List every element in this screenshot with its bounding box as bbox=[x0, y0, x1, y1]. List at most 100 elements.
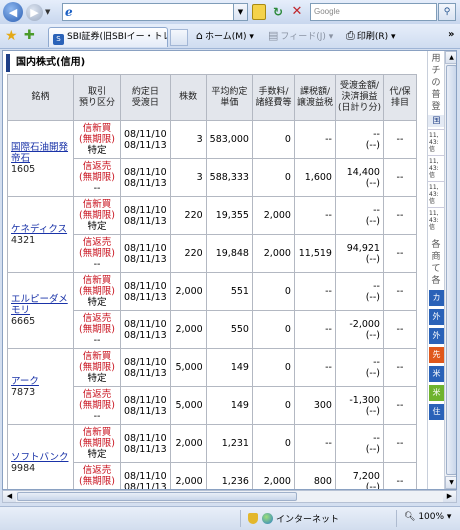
panel-banner-button[interactable]: 外 bbox=[429, 328, 444, 344]
print-button[interactable]: ⎙ 印刷(R) ▾ bbox=[346, 29, 395, 43]
settle-date: 08/11/13 bbox=[124, 253, 167, 265]
forward-button[interactable]: ▶ bbox=[26, 3, 43, 21]
settlement-amount: -- bbox=[373, 356, 380, 368]
trade-term: (無期限) bbox=[79, 400, 115, 411]
panel-banner-button[interactable]: カ bbox=[429, 290, 444, 306]
header-misc: 代/保 排目 bbox=[382, 74, 417, 121]
refresh-icon[interactable]: ↻ bbox=[270, 4, 286, 20]
address-bar[interactable]: e bbox=[62, 3, 234, 21]
home-button[interactable]: ⌂ ホーム(M) ▾ bbox=[196, 29, 254, 42]
quantity: 5,000 bbox=[169, 348, 207, 387]
header-fee: 手数料/ 諸経費等 bbox=[251, 74, 295, 121]
feeds-button[interactable]: ▤ フィード(J) ▾ bbox=[268, 29, 333, 42]
table-row: エルピーダメモリ 6665 信新買 (無期限) 特定 08/11/10 08/1… bbox=[7, 272, 417, 349]
trade-type: 信新買 bbox=[82, 123, 112, 134]
day-trade-pl: (--) bbox=[365, 443, 380, 455]
stock-name-link[interactable]: ソフトバンク bbox=[11, 452, 70, 463]
trade-term: (無期限) bbox=[79, 172, 115, 183]
settlement-pl-cell: 94,921 (--) bbox=[334, 234, 384, 273]
panel-banner-button[interactable]: 外 bbox=[429, 309, 444, 325]
settlement-pl-cell: 14,400 (--) bbox=[334, 158, 384, 197]
scroll-up-arrow[interactable]: ▲ bbox=[445, 51, 456, 64]
stock-name-link[interactable]: 国際石油開発帝石 bbox=[11, 142, 70, 164]
stock-name-link[interactable]: ケネディクス bbox=[11, 224, 70, 235]
fee: 0 bbox=[251, 158, 295, 197]
status-bar: インターネット 🔍︎ 100% ▾ bbox=[0, 506, 460, 530]
back-button[interactable]: ◀ bbox=[3, 2, 23, 22]
panel-banner-button[interactable]: 先 bbox=[429, 347, 444, 363]
right-side-panel: 用チの普登国 11, 43: 信 11, 43: 信 11, 43: 信 11, 43: 信各商て各カ外… bbox=[427, 51, 444, 489]
search-icon[interactable]: ⚲ bbox=[438, 3, 456, 21]
settlement-pl-cell: -1,300 (--) bbox=[334, 386, 384, 425]
scroll-right-arrow[interactable]: ▶ bbox=[443, 491, 456, 502]
day-trade-pl: (--) bbox=[365, 215, 380, 227]
trade-term: (無期限) bbox=[79, 362, 115, 373]
settlement-pl-cell: 7,200 (--) bbox=[334, 462, 384, 490]
panel-text: 用チの普登 bbox=[428, 51, 444, 113]
security-zone[interactable]: インターネット bbox=[262, 512, 339, 525]
quantity: 220 bbox=[169, 196, 207, 235]
new-tab-button[interactable] bbox=[170, 29, 188, 46]
dates-cell: 08/11/10 08/11/13 bbox=[120, 196, 171, 235]
settle-date: 08/11/13 bbox=[124, 481, 167, 490]
day-trade-pl: (--) bbox=[365, 177, 380, 189]
misc-flag: -- bbox=[382, 120, 417, 159]
tax: -- bbox=[293, 424, 336, 463]
lock-icon[interactable] bbox=[252, 4, 266, 20]
search-input[interactable]: Google bbox=[310, 3, 437, 21]
trade-type-cell: 信新買 (無期限) 特定 bbox=[73, 424, 121, 463]
day-trade-pl: (--) bbox=[365, 139, 380, 151]
vertical-scrollbar[interactable]: ▲ ▼ bbox=[444, 51, 456, 489]
panel-news-item[interactable]: 11, 43: 信 bbox=[428, 207, 444, 231]
horizontal-scroll-thumb[interactable] bbox=[17, 492, 297, 501]
panel-news-item[interactable]: 11, 43: 信 bbox=[428, 181, 444, 205]
table-row: 国際石油開発帝石 1605 信新買 (無期限) 特定 08/11/10 08/1… bbox=[7, 120, 417, 197]
settlement-amount: -2,000 bbox=[349, 318, 380, 330]
protected-mode-icon[interactable] bbox=[248, 513, 258, 524]
tax: 1,600 bbox=[293, 158, 336, 197]
scroll-thumb[interactable] bbox=[446, 65, 456, 475]
misc-flag: -- bbox=[382, 158, 417, 197]
scroll-left-arrow[interactable]: ◀ bbox=[3, 491, 16, 502]
stock-name-cell: アーク 7873 bbox=[7, 348, 74, 425]
settle-date: 08/11/13 bbox=[124, 215, 167, 227]
settlement-amount: -- bbox=[373, 432, 380, 444]
address-dropdown-button[interactable]: ▼ bbox=[234, 3, 248, 21]
scroll-down-arrow[interactable]: ▼ bbox=[445, 476, 456, 489]
stock-name-link[interactable]: エルピーダメモリ bbox=[11, 294, 70, 316]
stop-icon[interactable]: ✕ bbox=[289, 4, 305, 20]
trade-term: (無期限) bbox=[79, 324, 115, 335]
panel-banner-button[interactable]: 米 bbox=[429, 385, 444, 401]
tab-sbi[interactable]: SSBI証券(旧SBIイー・トレー... bbox=[48, 27, 168, 47]
trade-term: (無期限) bbox=[79, 134, 115, 145]
panel-news-item[interactable]: 11, 43: 信 bbox=[428, 129, 444, 153]
horizontal-scrollbar[interactable]: ◀ ▶ bbox=[2, 490, 457, 503]
dates-cell: 08/11/10 08/11/13 bbox=[120, 424, 171, 463]
more-commands-chevron[interactable]: » bbox=[448, 29, 454, 40]
panel-banner-button[interactable]: 米 bbox=[429, 366, 444, 382]
page-content: 国内株式(信用) 銘柄 取引 預り区分 約定日 受渡日 株数 平均約定 単価 手… bbox=[2, 50, 457, 490]
table-row: ソフトバンク 9984 信新買 (無期限) 特定 08/11/10 08/11/… bbox=[7, 424, 417, 489]
header-pl: 受渡金額/ 決済損益 (日計り分) bbox=[334, 74, 384, 121]
favorites-star-icon[interactable]: ★ bbox=[5, 28, 18, 44]
stock-name-link[interactable]: アーク bbox=[11, 376, 70, 387]
trade-type-cell: 信新買 (無期限) 特定 bbox=[73, 272, 121, 311]
dates-cell: 08/11/10 08/11/13 bbox=[120, 272, 171, 311]
fee: 0 bbox=[251, 424, 295, 463]
day-trade-pl: (--) bbox=[365, 481, 380, 490]
panel-news-item[interactable]: 11, 43: 信 bbox=[428, 155, 444, 179]
dates-cell: 08/11/10 08/11/13 bbox=[120, 310, 171, 349]
zoom-level[interactable]: 🔍︎ 100% ▾ bbox=[404, 512, 451, 522]
dates-cell: 08/11/10 08/11/13 bbox=[120, 386, 171, 425]
account-type: -- bbox=[93, 411, 101, 422]
day-trade-pl: (--) bbox=[365, 367, 380, 379]
settlement-amount: 94,921 bbox=[346, 242, 380, 254]
history-dropdown[interactable]: ▼ bbox=[45, 8, 55, 16]
misc-flag: -- bbox=[382, 462, 417, 489]
trade-type-cell: 信返売 (無期限) -- bbox=[73, 158, 121, 197]
average-price: 1,236 bbox=[205, 462, 253, 489]
add-favorite-icon[interactable]: ✚ bbox=[24, 28, 35, 43]
dates-cell: 08/11/10 08/11/13 bbox=[120, 158, 171, 197]
panel-banner-button[interactable]: 住 bbox=[429, 404, 444, 420]
dates-cell: 08/11/10 08/11/13 bbox=[120, 462, 171, 490]
